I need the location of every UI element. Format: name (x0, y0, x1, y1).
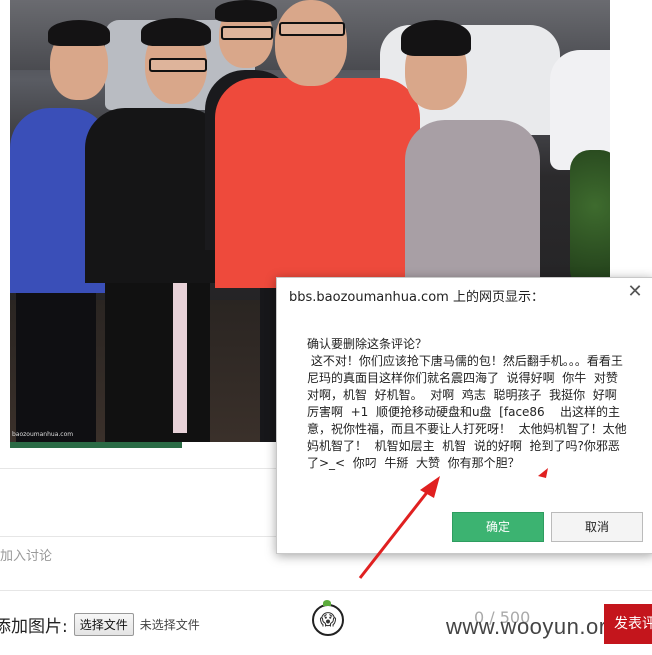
upload-row: 添加图片: 选择文件 未选择文件 (0, 612, 200, 637)
dialog-message: 确认要删除这条评论？ 这不对！你们应该抢下唐马儒的包！然后翻手机。。。看看王尼玛… (307, 337, 627, 470)
upload-label: 添加图片: (0, 616, 68, 637)
no-file-selected-text: 未选择文件 (139, 617, 200, 632)
choose-file-button[interactable]: 选择文件 (73, 612, 134, 636)
emoji-picker-icon[interactable]: 😱 (312, 600, 344, 636)
close-icon[interactable]: ✕ (625, 282, 645, 302)
glasses (279, 22, 345, 36)
cancel-button[interactable]: 取消 (551, 512, 643, 542)
photo-plant (570, 150, 610, 290)
photo-caption: baozoumanhua.com (12, 431, 74, 438)
divider (0, 590, 652, 591)
ok-button[interactable]: 确定 (452, 512, 544, 542)
join-discussion-input[interactable]: 加入讨论 (0, 545, 52, 564)
glasses (149, 58, 207, 72)
submit-comment-button[interactable]: 发表评论 (604, 604, 652, 644)
dialog-title: bbs.baozoumanhua.com 上的网页显示： (289, 290, 544, 305)
confirm-dialog: bbs.baozoumanhua.com 上的网页显示： ✕ 确认要删除这条评论… (276, 277, 652, 554)
photo-strip (10, 442, 182, 448)
watermark-text: www.wooyun.org (446, 614, 620, 639)
